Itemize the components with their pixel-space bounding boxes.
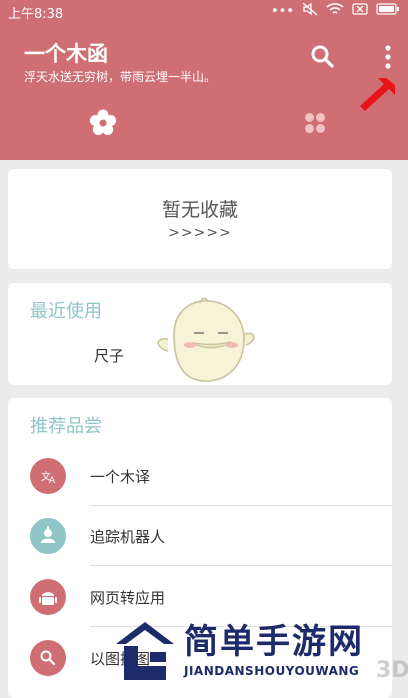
search-icon	[30, 640, 66, 676]
watermark: 简单手游网 JIANDANSHOUYOUWANG 3DMGAME	[112, 612, 408, 687]
more-vert-icon	[385, 45, 391, 69]
red-arrow-annotation	[360, 78, 395, 111]
watermark-subtitle: JIANDANSHOUYOUWANG	[184, 664, 360, 678]
recommended-item-label: 追踪机器人	[90, 528, 166, 546]
search-button[interactable]	[308, 42, 338, 72]
watermark-title: 简单手游网	[184, 622, 364, 662]
search-icon	[311, 45, 334, 68]
android-icon	[30, 579, 66, 615]
favorites-empty-title: 暂无收藏	[161, 199, 238, 221]
watermark-brand: 3DMGAME	[376, 658, 408, 683]
flower-icon	[89, 109, 117, 135]
app-subtitle: 浮天水送无穷树，带雨云埋一半山。	[24, 70, 217, 84]
recent-item[interactable]: 尺子	[94, 345, 124, 366]
favorites-empty-hint[interactable]: >>>>>	[8, 225, 392, 241]
app-title: 一个木函	[24, 42, 108, 66]
recent-card: 最近使用 尺子	[8, 283, 392, 385]
mute-icon	[302, 2, 318, 21]
watermark-logo	[116, 622, 174, 680]
tab-favorites[interactable]	[88, 108, 118, 138]
recent-section-title: 最近使用	[30, 301, 102, 322]
grid-icon	[305, 113, 325, 133]
more-menu-button[interactable]	[378, 42, 398, 74]
recommended-item-robot[interactable]: 追踪机器人	[8, 506, 392, 566]
status-time: 上午8:38	[8, 7, 64, 22]
wifi-icon	[326, 2, 344, 21]
favorites-card: 暂无收藏 >>>>>	[8, 169, 392, 269]
recommended-item-translate[interactable]: 文A 一个木译	[8, 446, 392, 506]
divider	[90, 565, 392, 566]
recommended-item-label: 一个木译	[90, 468, 151, 486]
dots-icon: •••	[270, 3, 294, 19]
sim-x-icon	[352, 2, 368, 21]
svg-text:A: A	[49, 476, 56, 486]
translate-icon: 文A	[30, 458, 66, 494]
robot-icon	[30, 518, 66, 554]
recommended-item-label: 网页转应用	[90, 589, 166, 607]
recommended-section-title: 推荐品尝	[30, 416, 102, 437]
tab-apps[interactable]	[300, 108, 330, 138]
mascot-illustration	[157, 297, 255, 382]
header-wave	[0, 138, 408, 158]
status-bar: 上午8:38 •••	[0, 0, 408, 22]
battery-icon	[376, 3, 400, 20]
